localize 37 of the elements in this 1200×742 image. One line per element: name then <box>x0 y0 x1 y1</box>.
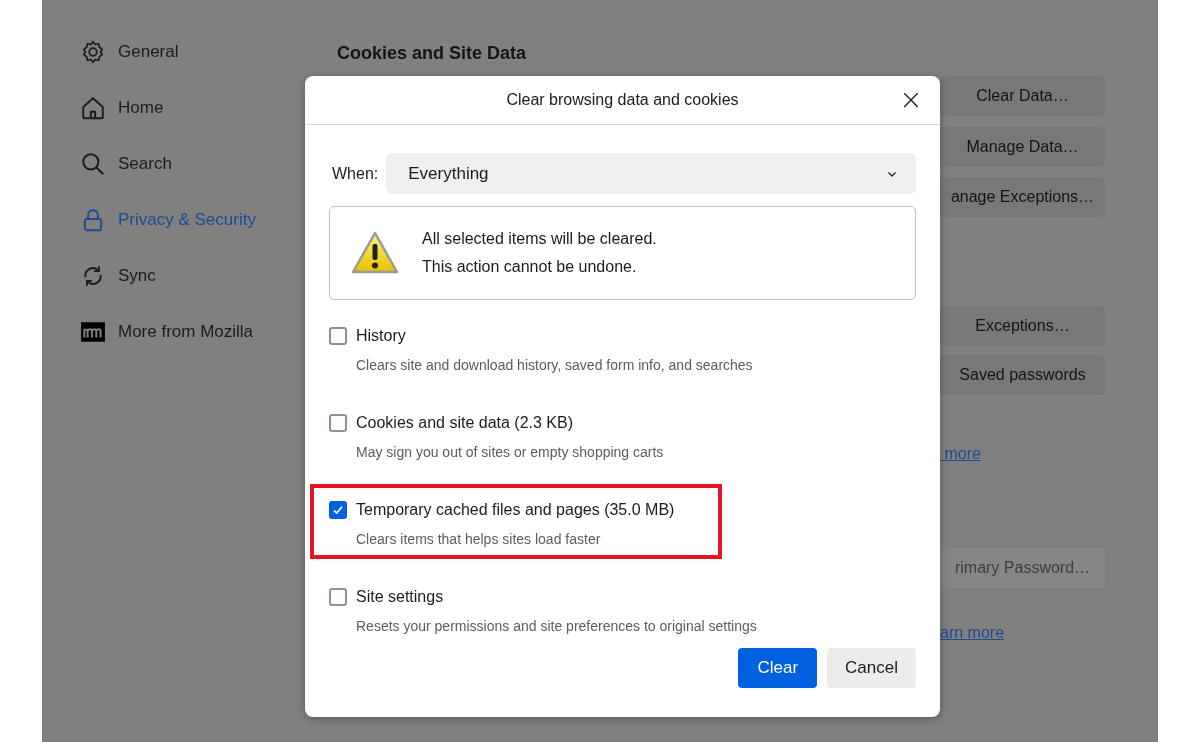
warning-icon <box>350 230 400 276</box>
sidebar-item[interactable]: More from Mozilla <box>80 314 337 349</box>
checkbox[interactable] <box>329 588 347 606</box>
home-icon <box>80 94 106 121</box>
checkbox-label[interactable]: Site settings <box>356 588 444 606</box>
checkbox-label[interactable]: Cookies and site data (2.3 KB) <box>356 414 573 432</box>
sidebar-item[interactable]: Privacy & Security <box>80 202 337 237</box>
close-button[interactable]: × <box>896 85 926 115</box>
learn-more-link[interactable]: arn more <box>940 624 1005 642</box>
background-button[interactable]: Saved passwords <box>940 355 1105 395</box>
background-button[interactable]: anage Exceptions… <box>940 177 1105 217</box>
cancel-button[interactable]: Cancel <box>827 648 916 688</box>
warning-text: This action cannot be undone. <box>422 257 638 277</box>
when-label: When: <box>332 164 379 183</box>
section-heading: Cookies and Site Data <box>337 43 528 64</box>
option-description: Clears items that helps sites load faster <box>356 531 602 547</box>
checkbox-label[interactable]: History <box>356 327 406 345</box>
search-icon <box>80 150 106 177</box>
checkbox-label[interactable]: Temporary cached files and pages (35.0 MB) <box>356 501 675 519</box>
background-button[interactable]: Manage Data… <box>940 127 1105 167</box>
clear-button[interactable]: Clear <box>738 648 818 688</box>
learn-more-link[interactable]: more <box>940 445 981 463</box>
sidebar-item[interactable]: Home <box>80 90 337 125</box>
dialog-title: Clear browsing data and cookies <box>506 91 739 109</box>
checkbox[interactable] <box>329 414 347 432</box>
warning-text: All selected items will be cleared. <box>422 229 657 249</box>
background-button[interactable]: Exceptions… <box>940 306 1105 346</box>
background-button[interactable]: Clear Data… <box>940 76 1105 116</box>
option-description: Clears site and download history, saved form info, and searches <box>356 357 754 373</box>
sidebar-item[interactable]: Sync <box>80 258 337 293</box>
checkbox[interactable] <box>329 501 347 519</box>
when-dropdown[interactable]: Everything <box>386 153 916 194</box>
option-description: Resets your permissions and site preferences to original settings <box>356 618 758 634</box>
sidebar-item[interactable]: General <box>80 34 337 69</box>
gear-icon <box>80 38 106 65</box>
checkbox[interactable] <box>329 327 347 345</box>
option-description: May sign you out of sites or empty shopping carts <box>356 444 665 460</box>
